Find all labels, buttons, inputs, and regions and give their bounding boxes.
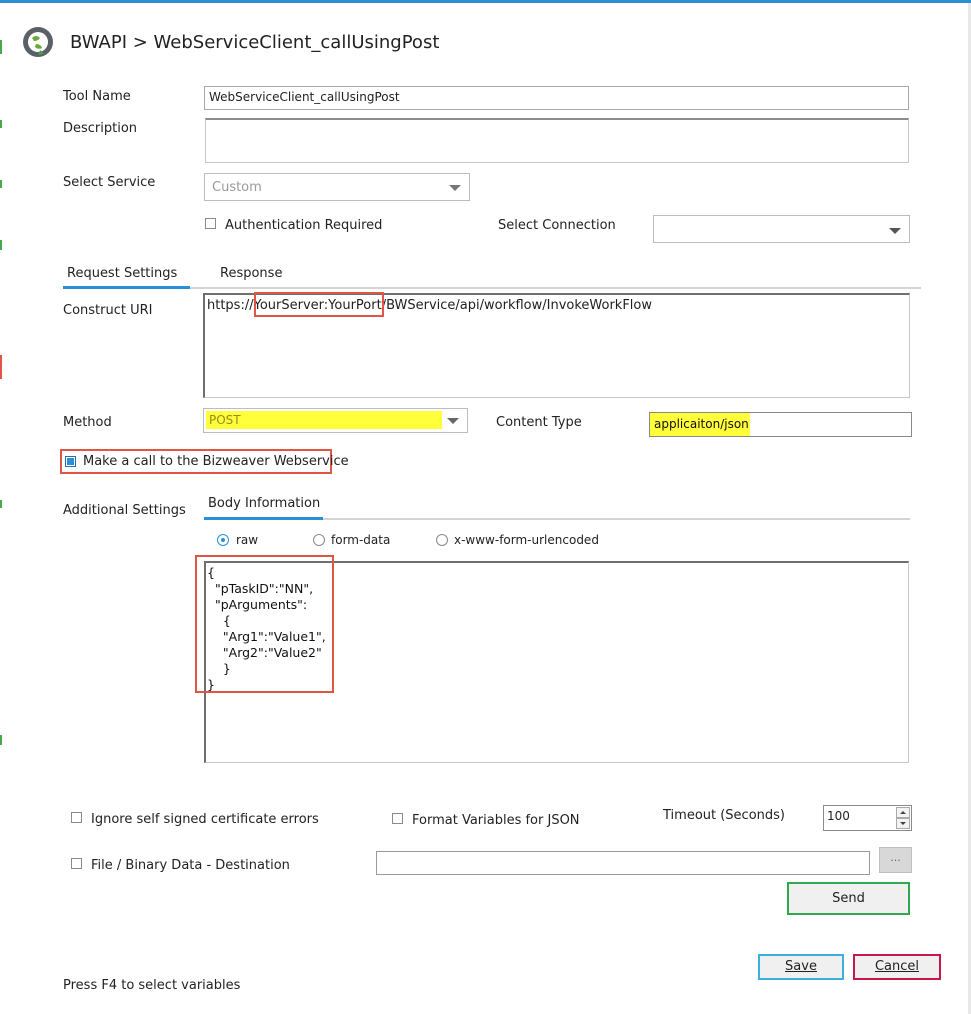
select-connection-dropdown[interactable] (653, 215, 910, 243)
radio-raw-label: raw (236, 533, 259, 547)
method-label: Method (63, 415, 112, 430)
footer-hint: Press F4 to select variables (63, 978, 241, 993)
select-service-dropdown[interactable]: Custom (204, 173, 470, 201)
tab-response[interactable]: Response (220, 266, 282, 281)
method-highlight (206, 411, 442, 429)
ignore-cert-checkbox[interactable] (71, 812, 82, 823)
left-edge-mark (0, 240, 2, 250)
method-dropdown[interactable]: POST (203, 408, 468, 433)
radio-selected-dot (221, 538, 225, 542)
timeout-value: 100 (827, 809, 850, 823)
bizweaver-call-checkbox[interactable] (65, 456, 76, 467)
left-edge-mark (0, 355, 2, 379)
left-edge-mark (0, 180, 2, 188)
uri-path: /BWService/api/workflow/InvokeWorkFlow (381, 298, 653, 313)
bizweaver-call-label: Make a call to the Bizweaver Webservice (83, 454, 349, 469)
timeout-label: Timeout (Seconds) (663, 808, 785, 823)
radio-urlencoded-label: x-www-form-urlencoded (454, 533, 599, 547)
construct-uri-label: Construct URI (63, 303, 153, 318)
active-tab-indicator (63, 286, 190, 289)
content-type-value: applicaiton/json (654, 417, 749, 431)
select-service-value: Custom (212, 180, 262, 195)
left-edge-mark (0, 40, 2, 54)
radio-form-data-label: form-data (331, 533, 391, 547)
uri-prefix: https:// (207, 298, 254, 313)
ignore-cert-label: Ignore self signed certificate errors (91, 812, 319, 827)
additional-settings-label: Additional Settings (63, 503, 186, 518)
timeout-stepper[interactable]: 100 (823, 805, 912, 831)
description-label: Description (63, 121, 138, 136)
tool-name-label: Tool Name (63, 89, 131, 104)
checkbox-checked-mark (67, 458, 74, 465)
cancel-button[interactable]: Cancel (853, 954, 941, 980)
caret-down-icon (900, 822, 906, 825)
left-edge-mark (0, 500, 2, 508)
format-json-label: Format Variables for JSON (412, 813, 580, 828)
tab-body-information[interactable]: Body Information (208, 496, 320, 511)
chevron-down-icon (449, 185, 461, 191)
page-title: BWAPI > WebServiceClient_callUsingPost (70, 32, 440, 53)
select-connection-label: Select Connection (498, 218, 616, 233)
stepper-up-button[interactable] (896, 807, 910, 818)
save-button[interactable]: Save (758, 954, 844, 980)
caret-up-icon (900, 811, 906, 814)
tab-request-settings[interactable]: Request Settings (67, 266, 177, 281)
radio-urlencoded[interactable] (436, 534, 448, 546)
uri-annotation-box (254, 292, 384, 317)
left-edge-mark (0, 735, 2, 745)
left-edge-mark (0, 120, 2, 128)
file-destination-label: File / Binary Data - Destination (91, 858, 290, 873)
body-annotation-box (195, 555, 334, 693)
content-type-label: Content Type (496, 415, 582, 430)
browse-button[interactable]: ... (879, 847, 912, 873)
tab-strip-divider (63, 287, 921, 289)
file-destination-input[interactable] (376, 851, 870, 875)
radio-form-data[interactable] (313, 534, 325, 546)
description-textarea[interactable] (205, 118, 909, 163)
tool-name-input[interactable]: WebServiceClient_callUsingPost (204, 86, 909, 110)
method-value: POST (209, 413, 241, 427)
content-type-input[interactable]: applicaiton/json (649, 412, 912, 437)
chevron-down-icon (447, 418, 459, 424)
radio-raw[interactable] (217, 534, 229, 546)
chevron-down-icon (889, 228, 901, 234)
auth-required-checkbox[interactable] (205, 218, 216, 229)
active-body-tab-indicator (204, 517, 323, 520)
auth-required-label: Authentication Required (225, 218, 383, 233)
send-button[interactable]: Send (787, 882, 910, 915)
select-service-label: Select Service (63, 175, 156, 190)
file-destination-checkbox[interactable] (71, 858, 82, 869)
format-json-checkbox[interactable] (392, 813, 403, 824)
window-top-border (0, 0, 971, 3)
stepper-down-button[interactable] (896, 818, 910, 829)
globe-app-icon (22, 26, 54, 58)
